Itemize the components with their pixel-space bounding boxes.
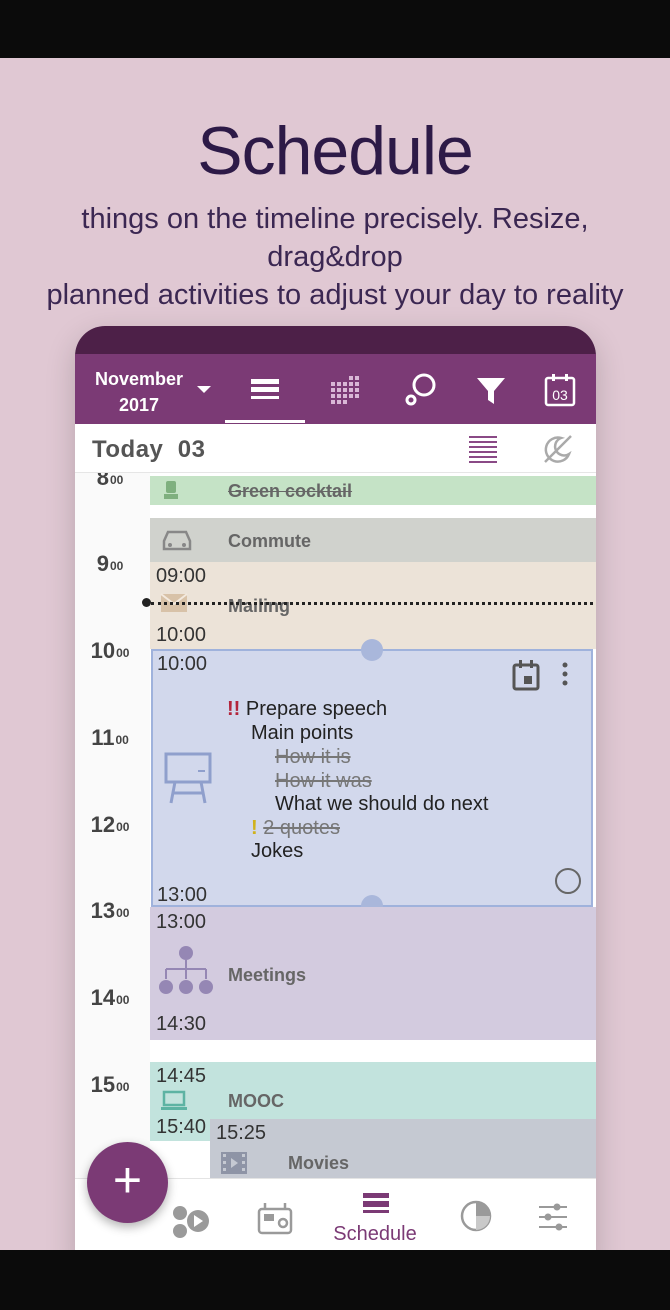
event-mooc[interactable]: 14:45 MOOC	[150, 1062, 596, 1119]
hour-label: 900	[96, 551, 124, 576]
event-meetings[interactable]: 13:00 Meetings 14:30	[150, 907, 596, 1040]
app-toolbar: November 2017 03	[75, 354, 596, 424]
promo-subtitle-line2: planned activities to adjust your day to…	[46, 279, 624, 311]
org-chart-icon	[159, 946, 213, 994]
promo-title: Schedule	[197, 113, 474, 189]
active-view-indicator	[225, 420, 305, 423]
checklist-item[interactable]: Jokes	[251, 840, 303, 863]
radio-icon[interactable]	[255, 1199, 295, 1239]
search-icon[interactable]	[403, 372, 439, 408]
event-start-time: 15:25	[216, 1122, 267, 1144]
promo-subtitle: things on the timeline precisely. Resize…	[20, 200, 650, 314]
density-icon[interactable]	[467, 434, 499, 464]
current-time-line	[151, 602, 593, 605]
hour-column: 800 900 1000 1100 1200 1300 1400 1500	[75, 473, 150, 1178]
event-end-time: 15:40	[156, 1116, 207, 1138]
phone-status-area	[75, 326, 596, 356]
today-day: 03	[177, 436, 206, 463]
priority-mark: !!	[227, 698, 241, 720]
filter-icon[interactable]	[473, 372, 509, 408]
month-label: November	[94, 369, 184, 389]
car-icon	[162, 530, 192, 551]
event-movies[interactable]: 15:25 Movies	[210, 1119, 596, 1178]
event-end-time: 14:30	[156, 1013, 207, 1035]
event-green-cocktail[interactable]: Green cocktail	[150, 476, 596, 505]
checklist-item[interactable]: Main points	[251, 722, 353, 745]
dropdown-arrow-icon[interactable]	[194, 374, 214, 404]
more-options-icon[interactable]	[559, 661, 571, 689]
resize-handle-top[interactable]	[361, 639, 383, 661]
event-title: Meetings	[228, 965, 307, 985]
event-start-time: 13:00	[156, 911, 207, 933]
year-label: 2017	[118, 395, 160, 415]
today-text: Today	[92, 436, 164, 463]
event-mailing[interactable]: 09:00 Mailing 10:00	[150, 562, 596, 649]
event-commute[interactable]: Commute	[150, 518, 596, 562]
current-time-dot	[142, 598, 151, 607]
today-label[interactable]: Today 03	[92, 436, 205, 464]
timeline[interactable]: 800 900 1000 1100 1200 1300 1400 1500 Gr…	[75, 473, 596, 1178]
film-icon	[221, 1152, 247, 1174]
settings-icon[interactable]	[535, 1199, 571, 1235]
promo-subtitle-line1: things on the timeline precisely. Resize…	[81, 203, 589, 273]
calendar-icon[interactable]: 03	[542, 372, 578, 408]
event-start-time: 10:00	[157, 653, 208, 675]
event-title: Movies	[288, 1153, 350, 1173]
checklist-item[interactable]: What we should do next	[275, 793, 488, 816]
event-title: Green cocktail	[228, 481, 353, 501]
event-start-time: 09:00	[156, 565, 207, 587]
hour-label: 800	[96, 473, 124, 490]
hour-label: 1200	[90, 812, 130, 837]
hour-label: 1400	[90, 985, 130, 1010]
plus-icon: +	[112, 1152, 143, 1208]
navigation-bar	[0, 1250, 670, 1310]
blender-icon	[164, 481, 178, 499]
list-view-icon[interactable]	[247, 372, 283, 408]
add-button[interactable]: +	[87, 1142, 168, 1223]
statistics-icon[interactable]	[459, 1199, 493, 1233]
status-bar	[0, 0, 670, 58]
priority-mark: !	[251, 817, 258, 839]
event-start-time: 14:45	[156, 1065, 207, 1087]
day-header: Today 03	[75, 424, 596, 473]
hour-label: 1000	[90, 638, 130, 663]
presentation-board-icon	[164, 752, 212, 804]
event-title: Commute	[228, 531, 312, 551]
event-title: MOOC	[228, 1091, 284, 1111]
checklist-item-done[interactable]: ! 2 quotes	[251, 817, 340, 840]
night-mode-icon[interactable]	[541, 432, 575, 466]
task-title: !! Prepare speech	[227, 698, 388, 720]
laptop-icon	[161, 1090, 187, 1110]
checklist-item-done[interactable]: How it was	[275, 770, 372, 793]
event-mooc-tail[interactable]: 15:40	[150, 1116, 210, 1141]
calendar-day: 03	[552, 387, 568, 403]
activities-icon[interactable]	[170, 1199, 216, 1245]
event-end-time: 13:00	[157, 884, 208, 906]
checklist-item-done[interactable]: How it is	[275, 746, 351, 769]
grid-view-icon[interactable]	[329, 372, 365, 408]
schedule-icon[interactable]	[360, 1189, 392, 1221]
complete-checkbox[interactable]	[555, 868, 581, 894]
hour-label: 1100	[91, 725, 129, 750]
hour-label: 1500	[90, 1072, 130, 1097]
event-prepare-speech[interactable]: 10:00 !! Prepare speech Main points How …	[151, 649, 593, 907]
phone-frame: November 2017 03 Today 03 800 900 1000 1…	[75, 326, 596, 1266]
month-selector[interactable]: November 2017	[89, 366, 189, 418]
hour-label: 1300	[90, 898, 130, 923]
reschedule-icon[interactable]	[511, 659, 541, 691]
schedule-tab-label[interactable]: Schedule	[320, 1223, 430, 1246]
event-title: Mailing	[228, 596, 290, 616]
event-end-time: 10:00	[156, 624, 207, 646]
